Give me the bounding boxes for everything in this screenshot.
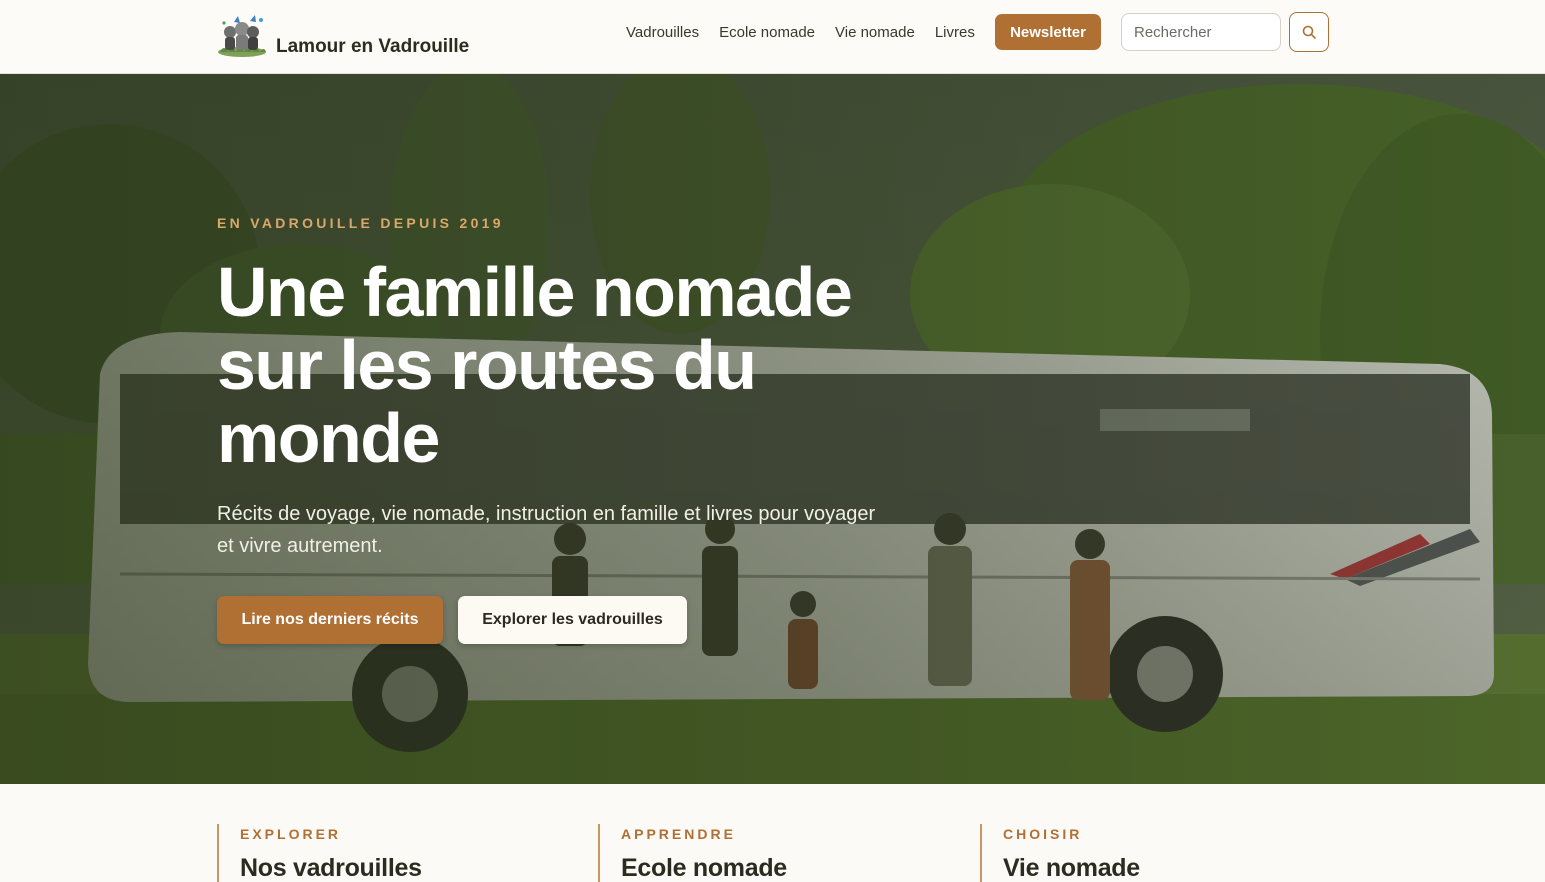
- features-section: EXPLORER Nos vadrouilles APPRENDRE Ecole…: [0, 784, 1545, 882]
- explore-vadrouilles-button[interactable]: Explorer les vadrouilles: [458, 596, 687, 644]
- hero-section: EN VADROUILLE DEPUIS 2019 Une famille no…: [0, 74, 1545, 784]
- feature-title: Ecole nomade: [621, 854, 787, 882]
- search-icon: [1302, 25, 1316, 39]
- nav-link-ecole-nomade[interactable]: Ecole nomade: [709, 24, 825, 41]
- feature-card-apprendre[interactable]: APPRENDRE Ecole nomade: [598, 824, 787, 882]
- family-illustration-logo-icon: [218, 15, 266, 57]
- search-input[interactable]: [1121, 13, 1281, 51]
- search-button[interactable]: [1289, 12, 1329, 52]
- nav-link-livres[interactable]: Livres: [925, 24, 985, 41]
- nav-link-vie-nomade[interactable]: Vie nomade: [825, 24, 925, 41]
- site-header: Lamour en Vadrouille Vadrouilles Ecole n…: [0, 0, 1545, 74]
- feature-eyebrow: APPRENDRE: [621, 826, 736, 842]
- hero-subtitle: Récits de voyage, vie nomade, instructio…: [217, 503, 876, 557]
- main-nav: Vadrouilles Ecole nomade Vie nomade Livr…: [616, 14, 985, 50]
- feature-card-explorer[interactable]: EXPLORER Nos vadrouilles: [217, 824, 422, 882]
- feature-title: Nos vadrouilles: [240, 854, 422, 882]
- feature-eyebrow: EXPLORER: [240, 826, 342, 842]
- brand-name: Lamour en Vadrouille: [276, 36, 470, 57]
- feature-card-choisir[interactable]: CHOISIR Vie nomade: [980, 824, 1140, 882]
- feature-title: Vie nomade: [1003, 854, 1140, 882]
- read-latest-stories-button[interactable]: Lire nos derniers récits: [217, 596, 443, 644]
- nav-link-vadrouilles[interactable]: Vadrouilles: [616, 24, 709, 41]
- hero-title: Une famille nomade sur les routes du mon…: [217, 253, 853, 477]
- hero-eyebrow: EN VADROUILLE DEPUIS 2019: [217, 215, 504, 231]
- feature-eyebrow: CHOISIR: [1003, 826, 1083, 842]
- brand-home-link[interactable]: Lamour en Vadrouille: [216, 8, 469, 58]
- newsletter-button[interactable]: Newsletter: [995, 14, 1101, 50]
